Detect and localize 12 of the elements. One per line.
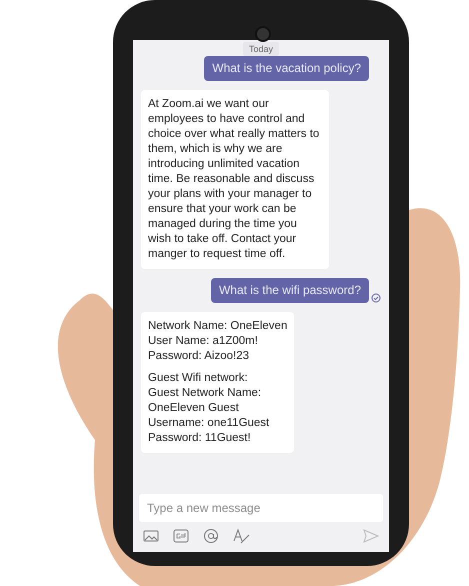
format-icon[interactable] [233, 528, 251, 544]
camera-icon [255, 26, 271, 42]
image-icon[interactable] [143, 529, 159, 543]
gif-icon[interactable] [173, 529, 189, 543]
message-text: What is the vacation policy? [212, 61, 361, 76]
message-text: Guest Wifi network: Guest Network Name: OneEleven Guest Username: one11Guest Password: 11Guest! [148, 371, 270, 446]
date-label: Today [242, 42, 280, 56]
message-text: What is the wifi password? [218, 283, 361, 298]
message-input[interactable]: Type a new message [139, 494, 383, 522]
mention-icon[interactable] [203, 528, 219, 544]
message-text: Network Name: OneEleven User Name: a1Z00m! Password: Aizoo!23 [148, 319, 288, 364]
message-text: At Zoom.ai we want our employees to have control and choice over what really matters to them, which is why we are introducing unlimited vacation time. Be reasonable and discuss your plans with your manager to ensure that your work can be managed during the time you wish to take off. Contact your manger to request time off. [148, 97, 320, 262]
